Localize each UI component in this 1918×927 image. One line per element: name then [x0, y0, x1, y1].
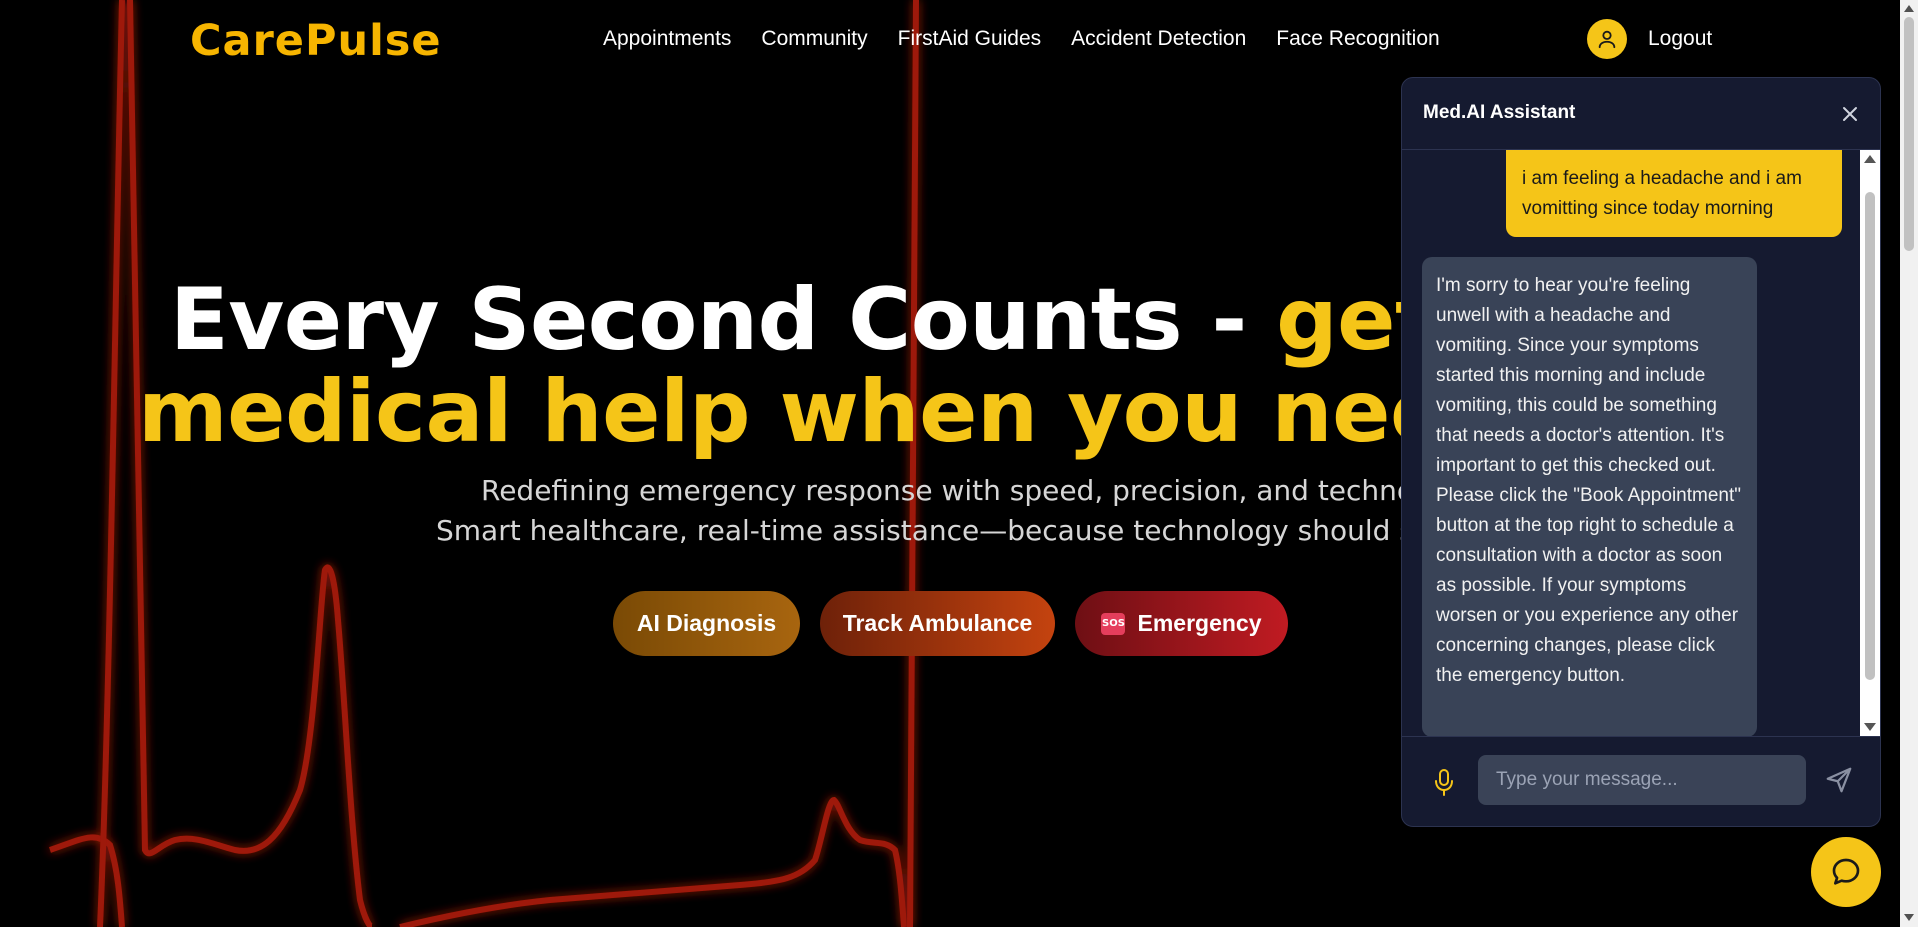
chat-scroll-down-icon[interactable] [1864, 723, 1876, 731]
brand-logo[interactable]: CarePulse [190, 16, 442, 66]
navbar: CarePulse Appointments Community FirstAi… [0, 0, 1900, 80]
ai-diagnosis-button[interactable]: AI Diagnosis [613, 591, 800, 656]
chat-message-input[interactable] [1478, 755, 1806, 805]
hero-title-line2: medical help when you need it [138, 362, 1608, 462]
profile-button[interactable] [1587, 19, 1627, 59]
nav-link-appointments[interactable]: Appointments [603, 27, 731, 51]
page-scrollbar-thumb[interactable] [1904, 17, 1914, 251]
chat-scroll-up-icon[interactable] [1864, 155, 1876, 163]
assistant-message: I'm sorry to hear you're feeling unwell … [1422, 257, 1757, 736]
nav-link-face-recognition[interactable]: Face Recognition [1276, 27, 1439, 51]
hero-title-white: Every Second Counts - [170, 270, 1277, 370]
user-message: i am feeling a headache and i am vomitti… [1506, 150, 1842, 237]
close-icon[interactable] [1838, 102, 1862, 126]
logout-link[interactable]: Logout [1648, 27, 1712, 51]
track-ambulance-button[interactable]: Track Ambulance [820, 591, 1055, 656]
chat-bubble-icon [1832, 858, 1860, 885]
nav-link-firstaid-guides[interactable]: FirstAid Guides [898, 27, 1042, 51]
page-scroll-down-icon[interactable] [1904, 914, 1914, 921]
user-icon [1598, 30, 1616, 49]
chat-scrollbar-thumb[interactable] [1865, 192, 1875, 680]
nav-link-community[interactable]: Community [761, 27, 867, 51]
mic-icon[interactable] [1432, 767, 1456, 797]
chat-title: Med.AI Assistant [1423, 102, 1576, 123]
chat-panel: Med.AI Assistant i am feeling a headache… [1401, 77, 1881, 827]
send-icon[interactable] [1824, 765, 1854, 795]
nav-link-accident-detection[interactable]: Accident Detection [1071, 27, 1246, 51]
nav-links: Appointments Community FirstAid Guides A… [603, 27, 1440, 51]
track-ambulance-label: Track Ambulance [842, 610, 1033, 636]
page-scroll-up-icon[interactable] [1904, 5, 1914, 12]
ai-diagnosis-label: AI Diagnosis [636, 610, 777, 636]
chat-toggle-button[interactable] [1811, 837, 1881, 907]
emergency-button[interactable]: SOS Emergency [1075, 591, 1288, 656]
page-scrollbar[interactable] [1900, 0, 1918, 927]
emergency-label: Emergency [1137, 610, 1262, 636]
hero-subtitle-2: Smart healthcare, real-time assistance—b… [436, 514, 1547, 547]
chat-input-bar [1402, 736, 1880, 826]
chat-header: Med.AI Assistant [1402, 78, 1880, 150]
chat-messages: i am feeling a headache and i am vomitti… [1402, 150, 1880, 736]
sos-icon: SOS [1101, 612, 1126, 635]
hero-subtitle-1: Redefining emergency response with speed… [481, 474, 1479, 507]
